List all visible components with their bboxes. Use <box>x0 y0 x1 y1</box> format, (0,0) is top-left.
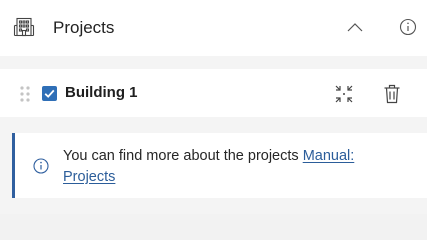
notice-text: You can find more about the projects <box>63 148 303 164</box>
chevron-up-icon[interactable] <box>344 16 366 38</box>
notice-message: You can find more about the projects Man… <box>63 146 408 188</box>
info-icon[interactable] <box>398 17 418 37</box>
manual-link-continued[interactable]: Projects <box>63 169 115 185</box>
project-row[interactable]: Building 1 <box>0 69 427 117</box>
building-icon <box>13 17 35 37</box>
project-checkbox[interactable] <box>42 86 57 101</box>
projects-panel: Projects Building 1 You can find more ab… <box>0 0 427 214</box>
projects-header: Projects <box>0 0 427 56</box>
focus-icon[interactable] <box>334 84 354 104</box>
info-notice: You can find more about the projects Man… <box>12 133 427 198</box>
panel-title: Projects <box>53 18 115 37</box>
manual-link[interactable]: Manual: <box>303 148 355 164</box>
trash-icon[interactable] <box>383 84 401 104</box>
project-name: Building 1 <box>65 84 138 101</box>
drag-handle-icon[interactable] <box>19 85 31 103</box>
checkmark-icon <box>44 89 55 98</box>
info-icon <box>33 158 49 174</box>
